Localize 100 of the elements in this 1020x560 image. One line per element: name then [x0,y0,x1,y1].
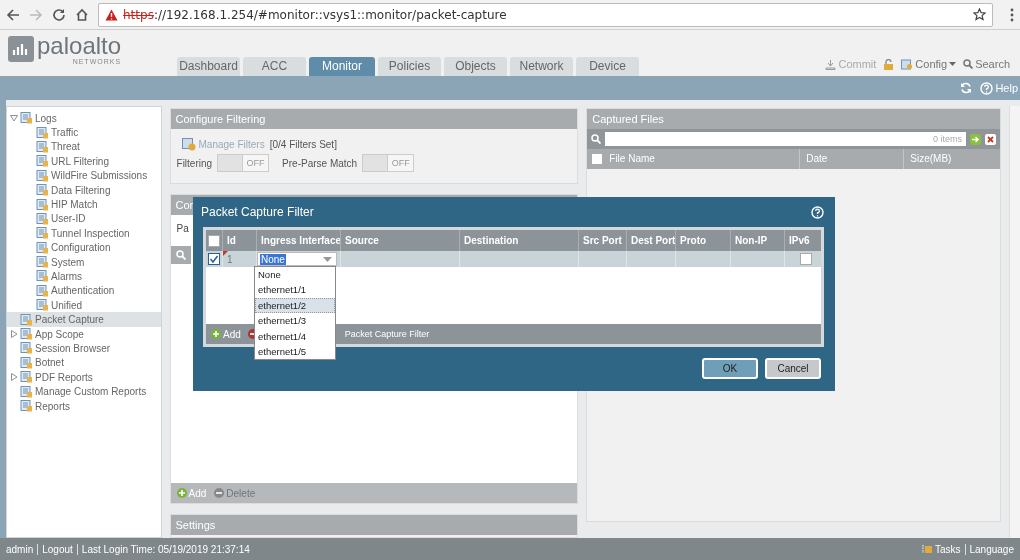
address-field[interactable]: https://192.168.1.254/#monitor::vsys1::monitor/packet-capture [98,2,993,27]
last-login-text: Last Login Time: 05/19/2019 21:37:14 [81,543,250,555]
toggle-switch[interactable]: OFF [217,154,270,172]
row-checkbox[interactable] [208,253,220,265]
column-header[interactable]: Size(MB) [903,149,1001,169]
table-row[interactable]: 1 None [206,251,821,267]
report-icon [36,299,49,312]
table-cell: 1 [227,253,233,265]
sidebar-item[interactable]: System [33,254,161,270]
language-link[interactable]: Language [969,543,1014,555]
select-all-checkbox[interactable] [591,153,604,165]
sidebar-item[interactable]: Tunnel Inspection [33,226,161,241]
dropdown-option[interactable]: ethernet1/1 [255,282,335,298]
report-icon [20,328,33,341]
report-icon [36,126,49,139]
nav-tab[interactable]: Monitor [309,57,375,76]
help-icon [980,81,994,95]
sidebar-item[interactable]: Configuration [33,240,161,255]
sidebar-item[interactable]: Session Browser [7,341,161,356]
menu-icon[interactable] [1010,7,1014,22]
expand-arrow-icon[interactable] [10,330,18,339]
config-menu[interactable]: Config [901,58,957,70]
nav-tab[interactable]: Dashboard [177,57,240,76]
sidebar-item[interactable]: Alarms [33,269,161,284]
search-icon [963,59,974,69]
star-icon[interactable] [973,8,986,21]
sidebar-item[interactable]: Botnet [7,355,161,371]
search-icon [591,134,602,144]
toggle-label: Filtering [176,157,213,169]
plus-icon [211,329,221,339]
nav-tab[interactable]: Network [510,57,573,76]
report-icon [36,184,49,197]
sidebar-item[interactable]: Reports [7,398,161,414]
nav-tab[interactable]: Device [576,57,639,76]
expand-arrow-icon[interactable] [10,373,18,382]
sidebar-item[interactable]: URL Filtering [33,154,161,169]
column-header[interactable]: Date [799,149,904,169]
sidebar-item[interactable]: App Scope [7,326,161,342]
reload-icon[interactable] [52,7,66,22]
ok-button[interactable]: OK [702,358,758,379]
help-icon[interactable] [811,205,824,219]
report-icon [20,356,33,369]
report-icon [36,256,49,269]
nav-tab[interactable]: Policies [378,57,441,76]
report-icon [36,270,49,283]
dropdown-option[interactable]: ethernet1/3 [255,313,335,329]
home-icon[interactable] [75,7,89,22]
sidebar-item[interactable]: WildFire Submissions [33,168,161,183]
refresh-icon[interactable] [960,82,973,94]
tasks-link[interactable]: Tasks [921,543,961,555]
lock-icon[interactable] [883,58,895,70]
cancel-button[interactable]: Cancel [765,358,821,379]
apply-arrow-icon[interactable] [970,133,982,145]
report-icon [20,342,33,355]
report-icon [36,212,49,225]
sidebar-item[interactable]: Traffic [33,125,161,140]
search-field[interactable]: 0 items [605,132,967,146]
sidebar-item[interactable]: Authentication [33,283,161,299]
sidebar-item[interactable]: Unified [33,298,161,313]
sidebar-item[interactable]: User-ID [33,211,161,227]
panel-title: Settings [170,515,578,535]
logo-icon [8,36,34,62]
nav-tab[interactable]: Objects [444,57,507,76]
sidebar-item[interactable]: Packet Capture [7,312,161,327]
back-icon[interactable] [6,7,20,22]
footer-caption: Packet Capture Filter [344,329,430,339]
url-text: https://192.168.1.254/#monitor::vsys1::monitor/packet-capture [123,7,508,22]
panel-title: Configure Filtering [170,109,578,129]
dropdown-option[interactable]: ethernet1/2 [255,297,335,314]
sidebar-item[interactable]: HIP Match [33,197,161,212]
sidebar-item[interactable]: Logs [7,111,161,126]
toggle-label: Pre-Parse Match [282,157,358,169]
item-count: 0 items [933,134,963,144]
plus-icon [176,488,187,498]
filters-count: [0/4 Filters Set] [269,139,337,150]
dropdown-option[interactable]: ethernet1/5 [255,343,335,360]
scrollbar[interactable] [1009,106,1020,538]
collapse-arrow-icon[interactable] [10,114,18,123]
caret-icon [949,62,957,66]
help-link[interactable]: Help [980,81,1018,95]
column-header[interactable]: File Name [603,149,800,169]
dropdown-option[interactable]: None [255,267,335,283]
forward-icon[interactable] [29,7,43,22]
sidebar-item[interactable]: Data Filtering [33,182,161,198]
report-icon [20,371,33,384]
ipv6-checkbox[interactable] [799,253,812,265]
dropdown-option[interactable]: ethernet1/4 [255,328,335,344]
nav-tab[interactable]: ACC [243,57,306,76]
sidebar-item[interactable]: Threat [33,139,161,155]
sidebar-item[interactable]: Manage Custom Reports [7,384,161,399]
sidebar-item[interactable]: PDF Reports [7,370,161,385]
logout-link[interactable]: Logout [42,543,73,555]
search-link[interactable]: Search [963,58,1010,70]
select-all-checkbox[interactable] [208,234,220,247]
toggle-switch[interactable]: OFF [362,154,415,172]
interface-select[interactable]: None [257,252,337,266]
panel-title: Captured Files [587,109,1001,129]
clear-icon[interactable] [985,133,997,145]
report-icon [36,169,49,182]
add-button[interactable]: Add [211,328,241,340]
